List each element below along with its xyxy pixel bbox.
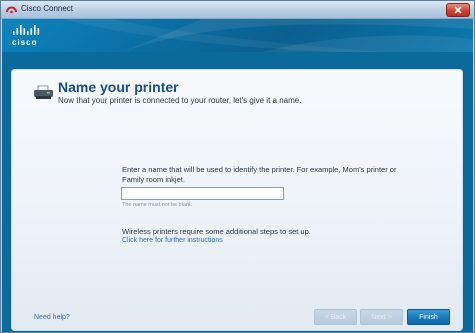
close-icon: [454, 6, 462, 14]
printer-icon: [34, 85, 53, 99]
header-banner: cisco: [2, 19, 473, 52]
printer-name-instruction: Enter a name that will be used to identi…: [122, 165, 397, 184]
cisco-connect-window: Cisco Connect cisco Name your printer No…: [0, 0, 475, 333]
close-button[interactable]: [446, 3, 470, 17]
cisco-logo-text: cisco: [12, 38, 38, 47]
cisco-app-icon: [6, 6, 17, 14]
cisco-logo-bars: [13, 25, 40, 35]
finish-button[interactable]: Finish: [407, 309, 450, 325]
wireless-setup-note: Wireless printers require some additiona…: [122, 227, 311, 236]
further-instructions-link[interactable]: Click here for further instructions: [122, 237, 223, 244]
header-swoosh-decoration: [62, 19, 473, 52]
back-button[interactable]: < Back: [314, 309, 357, 325]
app-frame: cisco Name your printer Now that your pr…: [2, 19, 473, 332]
window-title: Cisco Connect: [21, 4, 74, 13]
page-subtitle: Now that your printer is connected to yo…: [58, 96, 302, 105]
name-validation-hint: The name must not be blank: [122, 202, 192, 208]
page-title: Name your printer: [58, 79, 179, 95]
title-bar[interactable]: Cisco Connect: [1, 1, 474, 19]
printer-name-input[interactable]: [121, 187, 284, 200]
need-help-link[interactable]: Need help?: [34, 314, 70, 321]
next-button[interactable]: Next >: [360, 309, 403, 325]
content-panel: Name your printer Now that your printer …: [11, 69, 463, 331]
